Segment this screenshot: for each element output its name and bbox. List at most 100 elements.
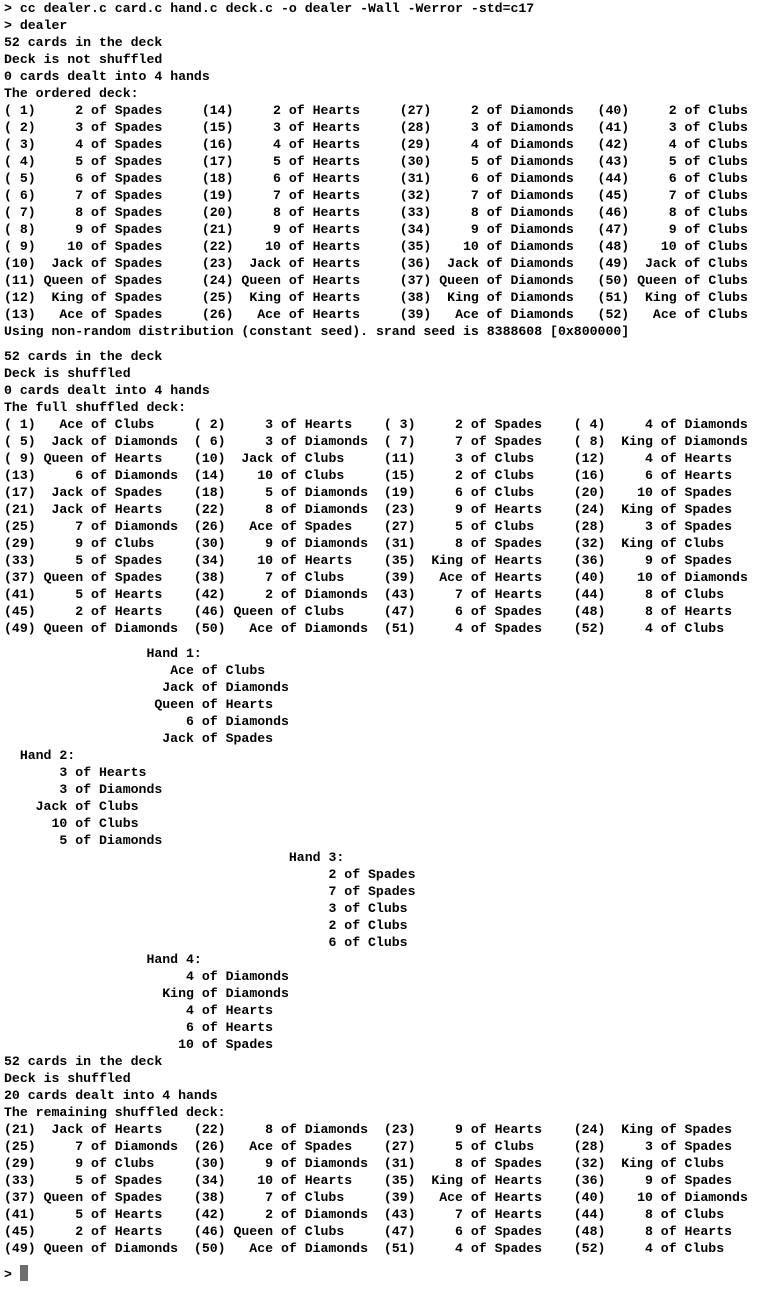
card-index: (47) — [597, 222, 630, 237]
card-entry: (43) 7 of Hearts — [384, 1206, 574, 1223]
card-entry: (29) 4 of Diamonds — [400, 136, 598, 153]
deck-row: ( 1) 2 of Spades (14) 2 of Hearts (27) 2 of D… — [4, 102, 777, 119]
card-name: 4 of Hearts — [273, 137, 361, 152]
deck-row: (17) Jack of Spades (18) 5 of Diamonds (19) 6… — [4, 484, 777, 501]
card-entry: (41) 5 of Hearts — [4, 586, 194, 603]
card-entry: (17) 5 of Hearts — [202, 153, 400, 170]
hand-card: 6 of Hearts — [4, 1019, 777, 1036]
card-name: 5 of Spades — [75, 154, 163, 169]
card-entry: (25) King of Hearts — [202, 289, 400, 306]
hand-card: 10 of Clubs — [4, 815, 777, 832]
card-name: 7 of Clubs — [265, 570, 345, 585]
card-name: 9 of Clubs — [75, 1156, 155, 1171]
card-entry: (36) 9 of Spades — [574, 552, 764, 569]
card-index: ( 8) — [573, 434, 606, 449]
prompt-symbol: > — [4, 1267, 12, 1282]
card-index: ( 4) — [4, 154, 36, 169]
card-name: 2 of Diamonds — [470, 103, 574, 118]
card-name: 2 of Diamonds — [265, 587, 369, 602]
card-index: (26) — [193, 519, 226, 534]
card-entry: (37) Queen of Diamonds — [400, 272, 598, 289]
card-entry: (10) Jack of Clubs — [194, 450, 384, 467]
card-entry: (19) 6 of Clubs — [384, 484, 574, 501]
card-entry: (35) 10 of Diamonds — [400, 238, 598, 255]
status-line: Deck is shuffled — [4, 1071, 131, 1086]
card-entry: (15) 2 of Clubs — [384, 467, 574, 484]
card-name: Ace of Diamonds — [249, 621, 369, 636]
card-name: 5 of Spades — [75, 1173, 163, 1188]
cursor-block[interactable] — [19, 1265, 28, 1281]
deck-row: (33) 5 of Spades (34) 10 of Hearts (35) King … — [4, 1172, 777, 1189]
card-name: Jack of Clubs — [35, 799, 139, 814]
card-index: (29) — [4, 536, 36, 551]
card-index: ( 2) — [193, 417, 226, 432]
card-index: (35) — [399, 239, 432, 254]
card-index: (50) — [193, 621, 226, 636]
deck-row: (12) King of Spades (25) King of Hearts (38)… — [4, 289, 777, 306]
card-index: ( 1) — [4, 103, 36, 118]
hand-card: 3 of Clubs — [4, 900, 777, 917]
card-entry: (36) Jack of Diamonds — [400, 255, 598, 272]
card-entry: ( 1) 2 of Spades — [4, 102, 202, 119]
terminal-output[interactable]: > cc dealer.c card.c hand.c deck.c -o dea… — [0, 0, 777, 1282]
card-entry: ( 9) 10 of Spades — [4, 238, 202, 255]
card-entry: (47) 6 of Spades — [384, 1223, 574, 1240]
card-entry: (32) 7 of Diamonds — [400, 187, 598, 204]
card-index: (26) — [193, 1139, 226, 1154]
card-index: (49) — [597, 256, 630, 271]
card-index: ( 8) — [4, 222, 36, 237]
card-entry: (34) 10 of Hearts — [194, 552, 384, 569]
hand-card: 2 of Spades — [4, 866, 777, 883]
card-name: 2 of Clubs — [455, 468, 535, 483]
card-name: 2 of Hearts — [75, 604, 163, 619]
card-index: (22) — [193, 1122, 226, 1137]
card-name: 4 of Spades — [75, 137, 163, 152]
card-index: (38) — [399, 290, 432, 305]
card-name: 7 of Clubs — [265, 1190, 345, 1205]
card-index: (19) — [201, 188, 234, 203]
deck-row: (13) 6 of Diamonds (14) 10 of Clubs (15) 2 of… — [4, 467, 777, 484]
card-name: 3 of Clubs — [455, 451, 535, 466]
card-entry: (47) 9 of Clubs — [598, 221, 777, 238]
card-name: 2 of Clubs — [328, 918, 408, 933]
card-name: 8 of Spades — [455, 1156, 543, 1171]
card-entry: (30) 9 of Diamonds — [194, 535, 384, 552]
deck-row: (25) 7 of Diamonds (26) Ace of Spades (27) 5 … — [4, 518, 777, 535]
hand-card: Queen of Hearts — [4, 696, 777, 713]
deck-row: (25) 7 of Diamonds (26) Ace of Spades (27) 5 … — [4, 1138, 777, 1155]
card-entry: (11) Queen of Spades — [4, 272, 202, 289]
card-name: Jack of Spades — [51, 485, 163, 500]
prompt-line: > — [4, 1265, 777, 1282]
card-name: 10 of Diamonds — [637, 1190, 748, 1205]
card-index: (24) — [573, 502, 606, 517]
deck-row: (45) 2 of Hearts (46) Queen of Clubs (47) 6 o… — [4, 1223, 777, 1240]
card-name: 9 of Diamonds — [265, 536, 369, 551]
card-name: 8 of Hearts — [644, 1224, 733, 1239]
card-name: 3 of Hearts — [265, 417, 353, 432]
card-index: (33) — [4, 1173, 36, 1188]
card-entry: (13) Ace of Spades — [4, 306, 202, 323]
card-entry: (24) King of Spades — [574, 501, 764, 518]
card-entry: (47) 6 of Spades — [384, 603, 574, 620]
card-index: (38) — [193, 1190, 226, 1205]
card-name: 9 of Clubs — [75, 536, 155, 551]
card-entry: (48) 8 of Hearts — [574, 1223, 764, 1240]
card-entry: (35) King of Hearts — [384, 1172, 574, 1189]
card-name: Jack of Spades — [51, 256, 163, 271]
card-name: Ace of Spades — [59, 307, 163, 322]
card-entry: (29) 9 of Clubs — [4, 1155, 194, 1172]
card-index: (24) — [573, 1122, 606, 1137]
card-name: Ace of Hearts — [439, 1190, 543, 1205]
card-entry: (44) 8 of Clubs — [574, 586, 764, 603]
card-name: King of Clubs — [621, 536, 725, 551]
card-name: Ace of Clubs — [59, 417, 155, 432]
card-index: (28) — [399, 120, 432, 135]
card-name: 10 of Clubs — [51, 816, 139, 831]
card-name: 3 of Hearts — [273, 120, 361, 135]
card-index: (15) — [201, 120, 234, 135]
card-index: (51) — [597, 290, 630, 305]
card-name: Queen of Diamonds — [43, 621, 179, 636]
card-entry: (26) Ace of Spades — [194, 1138, 384, 1155]
card-index: (28) — [573, 519, 606, 534]
card-index: (31) — [383, 536, 416, 551]
